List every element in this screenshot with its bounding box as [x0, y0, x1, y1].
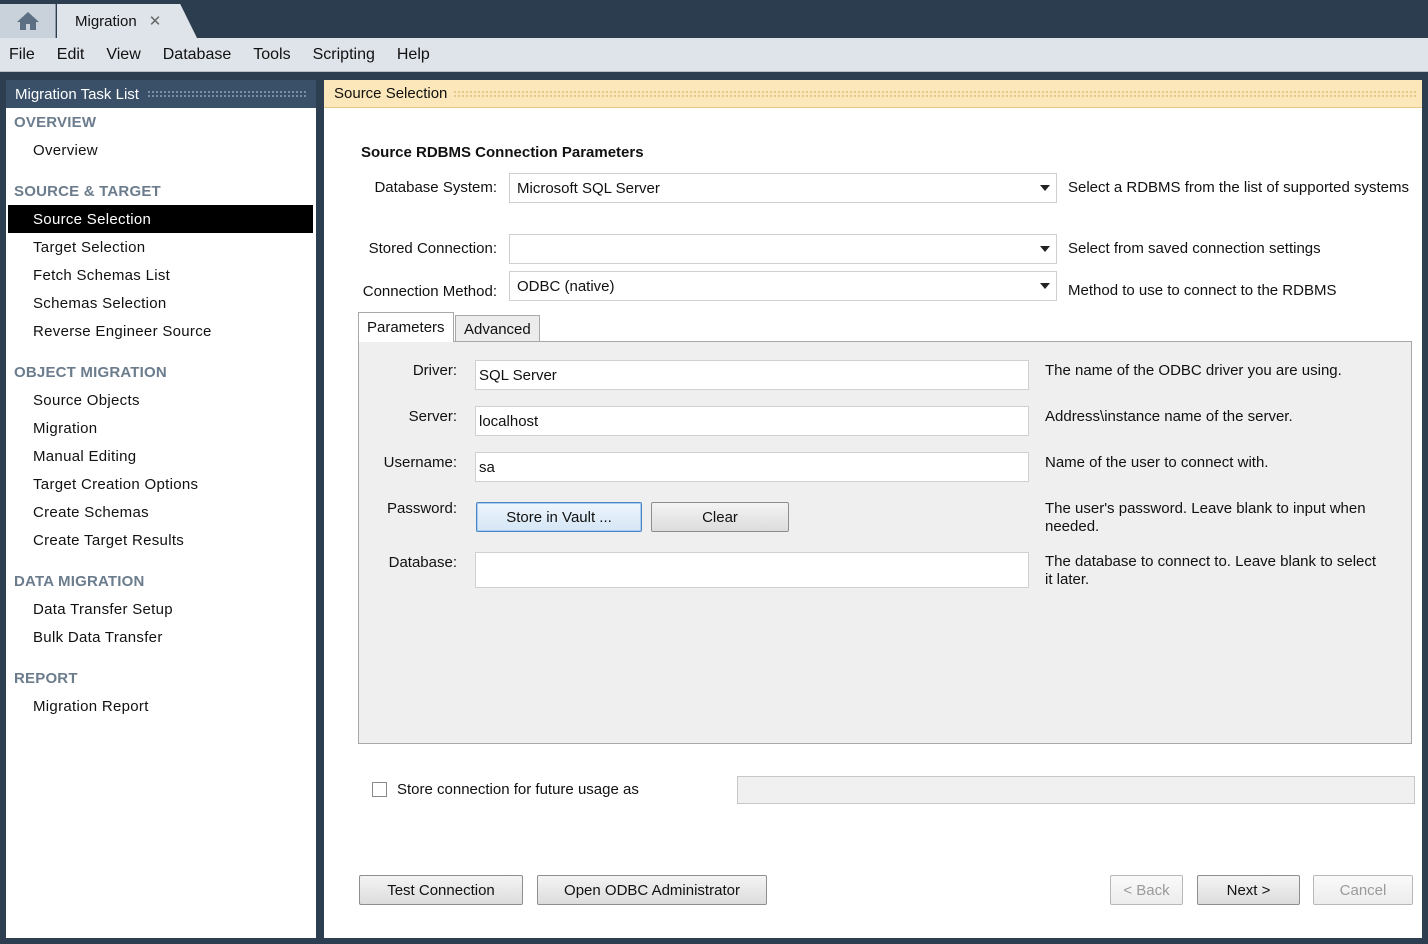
server-help: Address\instance name of the server. [1045, 408, 1293, 425]
nav-fetch-schemas-list[interactable]: Fetch Schemas List [6, 261, 316, 289]
home-tab[interactable] [0, 4, 56, 38]
nav-bulk-data-transfer[interactable]: Bulk Data Transfer [6, 623, 316, 651]
back-button[interactable]: < Back [1110, 875, 1183, 905]
test-connection-button[interactable]: Test Connection [359, 875, 523, 905]
password-help-line1: The user's password. Leave blank to inpu… [1045, 500, 1366, 517]
driver-help: The name of the ODBC driver you are usin… [1045, 362, 1342, 379]
section-data-migration: DATA MIGRATION [14, 572, 145, 590]
store-connection-name-input[interactable] [737, 776, 1415, 804]
nav-create-target-results[interactable]: Create Target Results [6, 526, 316, 554]
nav-target-creation-options[interactable]: Target Creation Options [6, 470, 316, 498]
stored-connection-help: Select from saved connection settings [1068, 240, 1321, 257]
nav-create-schemas[interactable]: Create Schemas [6, 498, 316, 526]
chevron-down-icon [1040, 185, 1050, 191]
cancel-button[interactable]: Cancel [1313, 875, 1413, 905]
source-selection-page: Source Selection Source RDBMS Connection… [324, 80, 1422, 938]
username-input[interactable]: sa [475, 452, 1029, 482]
connection-method-select[interactable]: ODBC (native) [509, 271, 1057, 301]
store-in-vault-button[interactable]: Store in Vault ... [476, 502, 642, 532]
tab-advanced[interactable]: Advanced [455, 315, 540, 342]
nav-schemas-selection[interactable]: Schemas Selection [6, 289, 316, 317]
nav-migration-report[interactable]: Migration Report [6, 692, 316, 720]
database-help-line2: it later. [1045, 571, 1090, 588]
migration-tab[interactable]: Migration ✕ [57, 4, 197, 38]
password-help-line2: needed. [1045, 518, 1100, 535]
connection-method-value: ODBC (native) [517, 277, 615, 295]
nav-manual-editing[interactable]: Manual Editing [6, 442, 316, 470]
database-system-select[interactable]: Microsoft SQL Server [509, 173, 1057, 203]
chevron-down-icon [1040, 246, 1050, 252]
section-heading: Source RDBMS Connection Parameters [361, 144, 644, 161]
open-odbc-administrator-button[interactable]: Open ODBC Administrator [537, 875, 767, 905]
section-overview: OVERVIEW [14, 113, 97, 131]
document-tab-strip: Migration ✕ [0, 0, 1428, 38]
home-icon [16, 12, 39, 30]
task-list-title: Migration Task List [15, 85, 139, 103]
username-help: Name of the user to connect with. [1045, 454, 1269, 471]
menu-bar: File Edit View Database Tools Scripting … [0, 38, 1428, 72]
password-label: Password: [386, 500, 457, 517]
driver-label: Driver: [412, 362, 457, 379]
database-system-value: Microsoft SQL Server [517, 179, 660, 197]
section-object-migration: OBJECT MIGRATION [14, 363, 167, 381]
menu-file[interactable]: File [0, 46, 47, 64]
database-system-label: Database System: [374, 179, 497, 196]
nav-reverse-engineer-source[interactable]: Reverse Engineer Source [6, 317, 316, 345]
server-input[interactable]: localhost [475, 406, 1029, 436]
nav-source-objects[interactable]: Source Objects [6, 386, 316, 414]
nav-source-selection[interactable]: Source Selection [8, 205, 313, 233]
database-system-help: Select a RDBMS from the list of supporte… [1068, 179, 1409, 196]
menu-help[interactable]: Help [387, 46, 442, 64]
migration-task-list: Migration Task List OVERVIEW Overview SO… [6, 80, 316, 938]
driver-input[interactable]: SQL Server [475, 360, 1029, 390]
close-icon[interactable]: ✕ [149, 12, 162, 30]
chevron-down-icon [1040, 283, 1050, 289]
connection-method-help: Method to use to connect to the RDBMS [1068, 282, 1337, 299]
stored-connection-label: Stored Connection: [368, 240, 497, 257]
nav-overview[interactable]: Overview [6, 136, 316, 164]
tab-parameters[interactable]: Parameters [358, 312, 454, 342]
menu-edit[interactable]: Edit [47, 46, 97, 64]
task-list-header: Migration Task List [6, 80, 316, 108]
menu-view[interactable]: View [96, 46, 152, 64]
database-input[interactable] [475, 552, 1029, 588]
stored-connection-select[interactable] [509, 234, 1057, 264]
database-help-line1: The database to connect to. Leave blank … [1045, 553, 1377, 570]
connection-method-label: Connection Method: [362, 283, 497, 300]
store-connection-checkbox[interactable] [372, 782, 387, 797]
parameters-panel: Driver: SQL Server The name of the ODBC … [358, 341, 1412, 744]
store-connection-label: Store connection for future usage as [397, 781, 639, 798]
nav-migration[interactable]: Migration [6, 414, 316, 442]
server-label: Server: [408, 408, 457, 425]
menu-database[interactable]: Database [153, 46, 244, 64]
next-button[interactable]: Next > [1197, 875, 1300, 905]
username-label: Username: [383, 454, 457, 471]
section-source-target: SOURCE & TARGET [14, 182, 161, 200]
menu-tools[interactable]: Tools [243, 46, 302, 64]
migration-tab-label: Migration [75, 12, 137, 30]
page-header: Source Selection [324, 80, 1422, 108]
menu-scripting[interactable]: Scripting [303, 46, 387, 64]
page-title: Source Selection [334, 85, 448, 102]
clear-password-button[interactable]: Clear [651, 502, 789, 532]
database-label: Database: [388, 554, 457, 571]
nav-data-transfer-setup[interactable]: Data Transfer Setup [6, 595, 316, 623]
section-report: REPORT [14, 669, 78, 687]
header-grip [146, 90, 308, 98]
header-grip [453, 89, 1416, 98]
nav-target-selection[interactable]: Target Selection [6, 233, 316, 261]
